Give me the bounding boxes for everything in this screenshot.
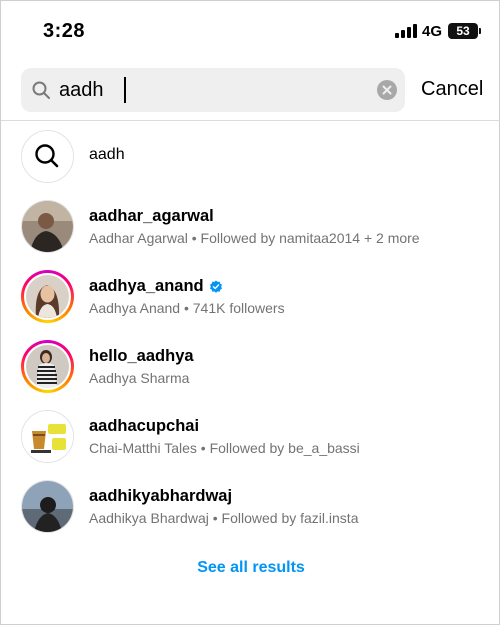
profile-photo	[26, 345, 69, 388]
close-icon	[382, 85, 392, 95]
profile-photo	[22, 411, 73, 462]
search-input[interactable]	[59, 76, 359, 104]
result-subtitle: Chai-Matthi Tales • Followed by be_a_bas…	[89, 440, 360, 456]
result-username: hello_aadhya	[89, 347, 194, 365]
search-bar[interactable]	[21, 68, 405, 112]
result-subtitle: Aadhikya Bhardwaj • Followed by fazil.in…	[89, 510, 359, 526]
avatar-story-ring[interactable]	[21, 270, 74, 323]
cancel-button[interactable]: Cancel	[421, 78, 483, 101]
result-username: aadhikyabhardwaj	[89, 487, 233, 505]
status-bar: 3:28 4G 53	[1, 1, 500, 61]
list-item[interactable]: aadhacupchai Chai-Matthi Tales • Followe…	[1, 401, 500, 471]
result-username: aadhar_agarwal	[89, 207, 214, 225]
result-subtitle: Aadhya Anand • 741K followers	[89, 300, 285, 316]
battery-icon: 53	[448, 23, 481, 39]
screen: 3:28 4G 53 Cancel	[0, 0, 500, 625]
list-item[interactable]: hello_aadhya Aadhya Sharma	[1, 331, 500, 401]
query-search-icon-circle	[21, 130, 74, 183]
search-icon	[35, 144, 59, 168]
result-subtitle: Aadhar Agarwal • Followed by namitaa2014…	[89, 230, 420, 246]
result-username: aadhacupchai	[89, 417, 200, 435]
result-subtitle: Aadhya Sharma	[89, 370, 190, 386]
result-username: aadhya_anand	[89, 277, 204, 295]
network-type: 4G	[422, 23, 443, 40]
search-icon	[32, 81, 50, 99]
cellular-signal-icon	[395, 24, 419, 38]
profile-photo	[26, 275, 69, 318]
see-all-results-link[interactable]: See all results	[1, 559, 500, 577]
avatar-story-ring[interactable]	[21, 340, 74, 393]
list-item[interactable]: aadhya_anand Aadhya Anand • 741K followe…	[1, 261, 500, 331]
avatar[interactable]	[21, 480, 74, 533]
list-item[interactable]: aadhar_agarwal Aadhar Agarwal • Followed…	[1, 191, 500, 261]
status-time: 3:28	[43, 20, 86, 42]
clear-search-button[interactable]	[377, 80, 397, 100]
profile-photo	[22, 201, 73, 252]
profile-photo	[22, 481, 73, 532]
list-item[interactable]: aadhikyabhardwaj Aadhikya Bhardwaj • Fol…	[1, 471, 500, 541]
avatar[interactable]	[21, 410, 74, 463]
verified-badge-icon	[209, 280, 222, 293]
query-suggestion-text: aadh	[89, 146, 125, 163]
text-caret	[124, 77, 126, 103]
query-suggestion-row[interactable]: aadh	[1, 121, 500, 191]
avatar[interactable]	[21, 200, 74, 253]
battery-level: 53	[456, 24, 470, 38]
